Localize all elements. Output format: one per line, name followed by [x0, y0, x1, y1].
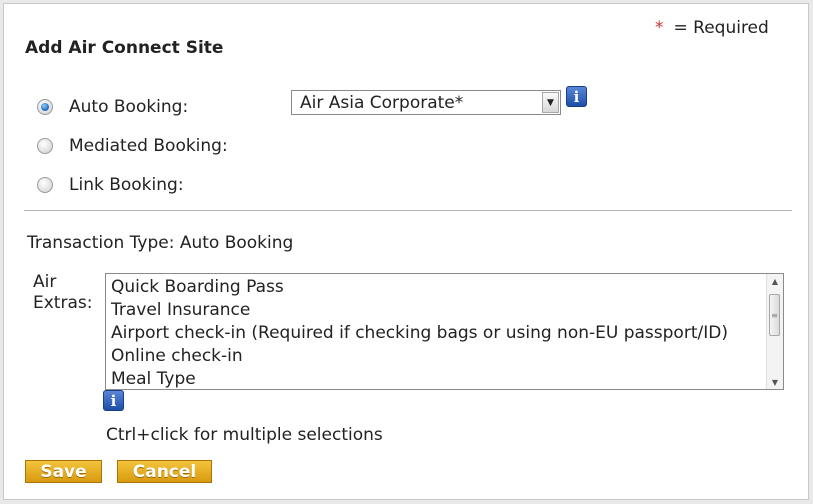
cancel-button[interactable]: Cancel	[117, 460, 212, 483]
mediated-booking-radio[interactable]	[37, 138, 53, 154]
auto-booking-option[interactable]: Auto Booking:	[37, 95, 188, 119]
air-extras-label: Air Extras:	[33, 272, 92, 314]
save-button[interactable]: Save	[25, 460, 102, 483]
required-text: = Required	[673, 18, 769, 38]
link-booking-label: Link Booking:	[69, 175, 184, 195]
multi-select-hint: Ctrl+click for multiple selections	[106, 425, 383, 445]
required-star: *	[655, 18, 664, 38]
air-extras-listbox[interactable]: Quick Boarding Pass Travel Insurance Air…	[105, 273, 784, 390]
info-icon[interactable]: i	[103, 390, 124, 411]
air-extras-list: Quick Boarding Pass Travel Insurance Air…	[106, 274, 783, 389]
required-legend: * = Required	[655, 18, 769, 38]
list-item[interactable]: Airport check-in (Required if checking b…	[111, 322, 783, 345]
site-select[interactable]: Air Asia Corporate* ▼	[291, 90, 561, 115]
auto-booking-label: Auto Booking:	[69, 97, 189, 117]
list-item[interactable]: Meal Type	[111, 368, 783, 389]
scroll-down-icon[interactable]: ▼	[767, 375, 783, 389]
auto-booking-radio[interactable]	[37, 99, 53, 115]
air-extras-label-line2: Extras:	[33, 293, 93, 313]
info-icon[interactable]: i	[566, 86, 587, 107]
scrollbar-thumb[interactable]: ≡	[769, 294, 780, 336]
link-booking-radio[interactable]	[37, 177, 53, 193]
site-select-value: Air Asia Corporate*	[300, 92, 464, 113]
scroll-up-icon[interactable]: ▲	[767, 274, 783, 288]
listbox-scrollbar[interactable]: ▲ ≡ ▼	[766, 274, 783, 389]
air-extras-label-line1: Air	[33, 272, 57, 292]
section-divider	[24, 210, 792, 211]
list-item[interactable]: Travel Insurance	[111, 299, 783, 322]
chevron-down-icon[interactable]: ▼	[542, 92, 559, 113]
add-air-connect-dialog: * = Required Add Air Connect Site Auto Bo…	[3, 3, 809, 500]
list-item[interactable]: Online check-in	[111, 345, 783, 368]
list-item[interactable]: Quick Boarding Pass	[111, 276, 783, 299]
dialog-title: Add Air Connect Site	[25, 38, 224, 58]
mediated-booking-option[interactable]: Mediated Booking:	[37, 134, 228, 158]
mediated-booking-label: Mediated Booking:	[69, 136, 228, 156]
link-booking-option[interactable]: Link Booking:	[37, 173, 184, 197]
transaction-type: Transaction Type: Auto Booking	[27, 233, 294, 253]
